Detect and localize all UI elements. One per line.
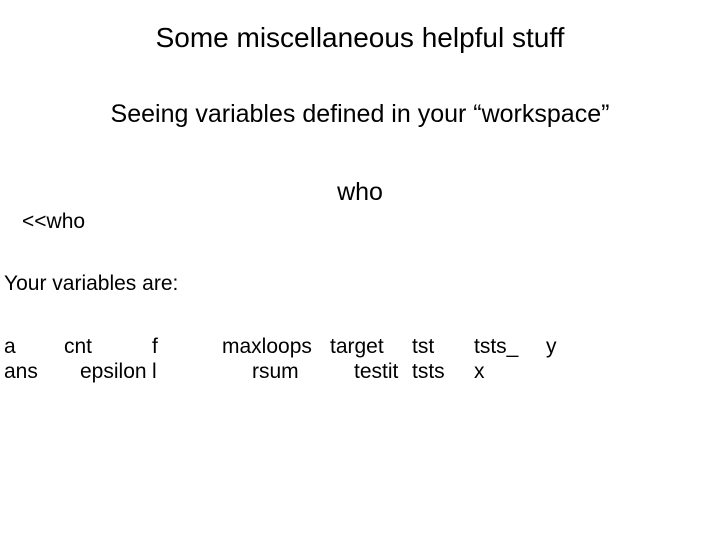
var-cell: a [4,334,64,359]
var-cell: tsts_ [474,334,546,359]
var-cell: maxloops [222,334,330,359]
variables-row-2: ansepsilonlrsumtestittstsx [4,359,586,384]
var-cell: epsilon [64,359,152,384]
variables-row-1: acntfmaxloopstargettsttsts_y [4,334,586,359]
var-cell: testit [330,359,412,384]
slide-subtitle: Seeing variables defined in your “worksp… [0,100,720,129]
console-prompt: <<who [22,210,85,234]
slide: Some miscellaneous helpful stuff Seeing … [0,0,720,540]
var-cell: ans [4,359,64,384]
var-cell: y [546,334,586,359]
var-cell: f [152,334,222,359]
command-label: who [0,178,720,207]
var-cell: tsts [412,359,474,384]
var-cell: rsum [222,359,330,384]
var-cell: x [474,359,546,384]
slide-title: Some miscellaneous helpful stuff [0,22,720,54]
var-cell: l [152,359,222,384]
variables-grid: acntfmaxloopstargettsttsts_y ansepsilonl… [4,334,586,384]
var-cell: target [330,334,412,359]
variables-label: Your variables are: [4,272,178,296]
var-cell: cnt [64,334,152,359]
var-cell: tst [412,334,474,359]
